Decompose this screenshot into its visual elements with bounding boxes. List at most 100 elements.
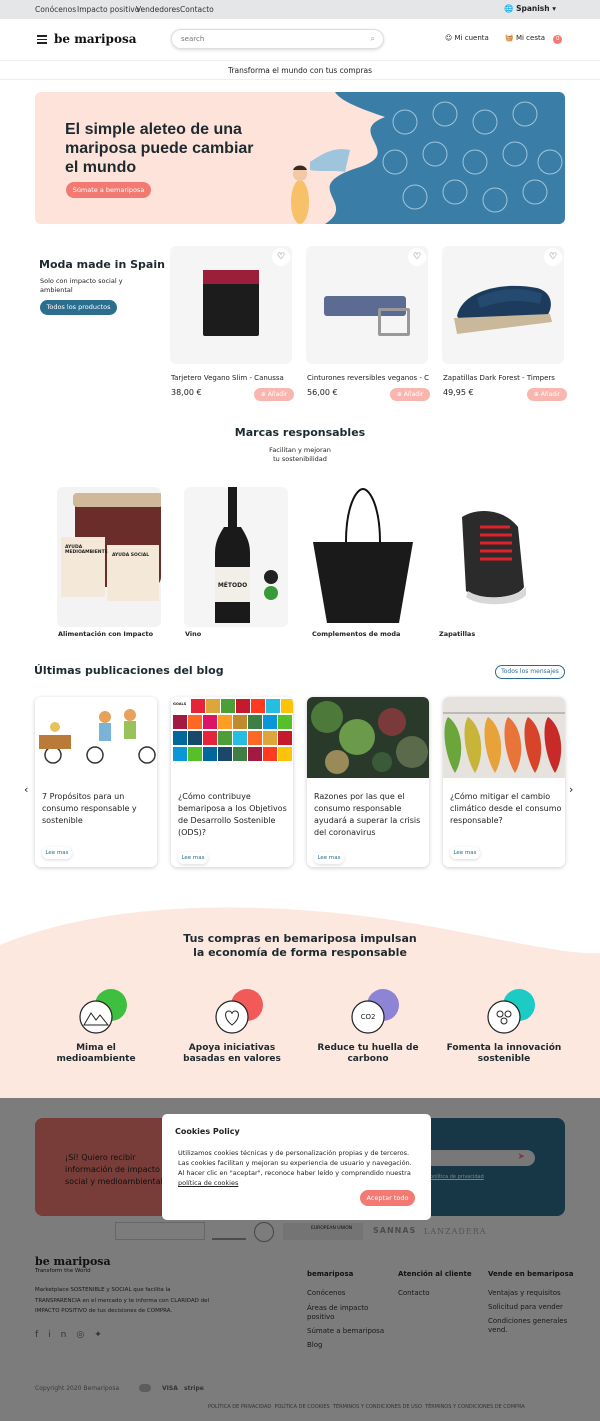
impact-item-carbon: CO2 Reduce tu huella de carbono	[308, 985, 428, 1065]
product-price: 56,00 €	[307, 388, 338, 397]
read-more-button[interactable]: Lee mas	[314, 852, 344, 864]
jar-label-social: AYUDA SOCIAL	[112, 553, 150, 558]
impact-label: Mima el medioambiente	[56, 1043, 136, 1064]
wine-bottle-illustration	[215, 487, 278, 623]
account-label: Mi cuenta	[454, 34, 489, 42]
basket-icon: 🧺	[505, 34, 514, 42]
brand-image-food[interactable]: AYUDA MEDIOAMBIENTE AYUDA SOCIAL	[57, 487, 163, 627]
add-label: Añadir	[267, 391, 288, 398]
blog-card[interactable]: ¿Cómo mitigar el cambio climático desde …	[443, 697, 565, 867]
product-price: 49,95 €	[443, 388, 474, 397]
heart-hands-icon	[215, 989, 263, 1034]
cart-label: Mi cesta	[515, 34, 545, 42]
read-more-button[interactable]: Lee mas	[178, 852, 208, 864]
hero-title: El simple aleteo de una mariposa puede c…	[65, 121, 254, 176]
chevron-left-icon[interactable]: ‹	[24, 783, 28, 796]
wishlist-heart-icon[interactable]: ♡	[408, 248, 426, 266]
search-icon[interactable]: ⌕	[371, 34, 375, 44]
topbar-link-contacto[interactable]: Contacto	[180, 5, 214, 14]
brands-title: Marcas responsables	[234, 426, 366, 439]
basket-icon: ⊕	[260, 391, 266, 398]
blog-card[interactable]: GOALS ¿Cómo contribuye bemariposa a los …	[171, 697, 293, 867]
brand-label[interactable]: Alimentación con Impacto	[58, 630, 153, 638]
wallet-band	[203, 270, 259, 284]
product-image-sneakers[interactable]	[442, 246, 564, 364]
language-label: Spanish	[516, 4, 550, 13]
blog-card[interactable]: Razones por las que el consumo responsab…	[307, 697, 429, 867]
menu-icon[interactable]	[37, 35, 47, 44]
hero-banner: El simple aleteo de una mariposa puede c…	[35, 92, 565, 224]
blog-image-leaves	[443, 697, 565, 778]
wishlist-heart-icon[interactable]: ♡	[272, 248, 290, 266]
blog-image-sdg	[171, 697, 293, 778]
blog-title: Últimas publicaciones del blog	[34, 664, 224, 677]
product-name[interactable]: Tarjetero Vegano Slim - Canussa	[171, 374, 293, 382]
all-products-button[interactable]: Todos los productos	[40, 300, 117, 315]
brand-label[interactable]: Complementos de moda	[312, 630, 400, 638]
mountain-icon	[79, 989, 127, 1034]
add-to-cart-button[interactable]: ⊕ Añadir	[254, 388, 294, 401]
blog-post-title[interactable]: ¿Cómo mitigar el cambio climático desde …	[450, 791, 562, 827]
innovation-icon	[487, 989, 535, 1034]
product-image-belt[interactable]	[306, 246, 428, 364]
cart-link[interactable]: 🧺 Mi cesta 0	[505, 34, 563, 44]
accept-cookies-button[interactable]: Aceptar todo	[360, 1190, 415, 1206]
user-icon: ☺	[445, 34, 453, 42]
read-more-button[interactable]: Lee mas	[42, 847, 72, 859]
shoe-illustration	[462, 511, 526, 605]
blog-card[interactable]: 7 Propósitos para un consumo responsable…	[35, 697, 157, 867]
hero-illustration	[291, 92, 565, 224]
product-name[interactable]: Cinturones reversibles veganos - C...	[307, 374, 429, 382]
add-label: Añadir	[540, 391, 561, 398]
blog-post-title[interactable]: Razones por las que el consumo responsab…	[314, 791, 426, 839]
site-logo[interactable]: be mariposa	[54, 32, 136, 46]
chevron-down-icon: ▾	[552, 4, 556, 13]
cart-count-badge: 0	[553, 35, 563, 44]
products-section-title: Moda made in Spain	[39, 258, 165, 271]
impact-item-values: Apoya iniciativas basadas en valores	[172, 985, 292, 1065]
add-to-cart-button[interactable]: ⊕ Añadir	[527, 388, 567, 401]
product-name[interactable]: Zapatillas Dark Forest - Timpers	[443, 374, 565, 382]
blog-post-title[interactable]: 7 Propósitos para un consumo responsable…	[42, 791, 154, 827]
all-posts-button[interactable]: Todos los mensajes	[495, 665, 565, 679]
language-selector[interactable]: 🌐 Spanish ▾	[504, 4, 556, 13]
impact-title: Tus compras en bemariposa impulsan la ec…	[0, 932, 600, 960]
basket-icon: ⊕	[533, 391, 539, 398]
blog-image-vegetables	[307, 697, 429, 778]
top-bar: Conócenos Impacto positivo Vendedores Co…	[0, 0, 600, 19]
brand-image-shoes[interactable]	[438, 487, 542, 627]
topbar-link-impacto[interactable]: Impacto positivo	[77, 5, 139, 14]
cookie-policy-link[interactable]: política de cookies	[178, 1179, 238, 1187]
impact-label: Reduce tu huella de carbono	[317, 1043, 419, 1064]
belt-buckle	[378, 308, 410, 336]
sneakers-illustration	[454, 285, 552, 334]
cookie-body-text: Utilizamos cookies técnicas y de persona…	[178, 1149, 412, 1177]
add-to-cart-button[interactable]: ⊕ Añadir	[390, 388, 430, 401]
hero-cta-button[interactable]: Súmate a bemariposa	[66, 182, 151, 198]
impact-label: Apoya iniciativas basadas en valores	[183, 1043, 281, 1064]
impact-label: Fomenta la innovación sostenible	[446, 1043, 562, 1064]
search-input[interactable]	[181, 35, 351, 43]
read-more-button[interactable]: Lee mas	[450, 847, 480, 859]
co2-cloud-icon: CO2	[351, 989, 399, 1034]
tote-bag-illustration	[313, 487, 413, 623]
cookie-body: Utilizamos cookies técnicas y de persona…	[178, 1148, 418, 1188]
topbar-link-vendedores[interactable]: Vendedores	[136, 5, 180, 14]
co2-text: CO2	[361, 1013, 376, 1021]
brand-image-wine[interactable]: MÉTODO	[184, 487, 288, 627]
impact-title-line-2: la economía de forma responsable	[193, 946, 407, 959]
impact-item-environment: Mima el medioambiente	[36, 985, 156, 1065]
globe-icon: 🌐	[504, 4, 514, 13]
chevron-right-icon[interactable]: ›	[569, 783, 573, 796]
brand-image-bag[interactable]	[311, 487, 415, 627]
basket-icon: ⊕	[396, 391, 402, 398]
brand-label[interactable]: Zapatillas	[439, 630, 475, 638]
wine-label-text: MÉTODO	[217, 582, 248, 589]
product-price: 38,00 €	[171, 388, 202, 397]
product-image-wallet[interactable]	[170, 246, 292, 364]
wishlist-heart-icon[interactable]: ♡	[544, 248, 562, 266]
brand-label[interactable]: Vino	[185, 630, 201, 638]
topbar-link-conocenos[interactable]: Conócenos	[35, 5, 76, 14]
blog-post-title[interactable]: ¿Cómo contribuye bemariposa a los Objeti…	[178, 791, 290, 839]
account-link[interactable]: ☺ Mi cuenta	[445, 34, 489, 42]
